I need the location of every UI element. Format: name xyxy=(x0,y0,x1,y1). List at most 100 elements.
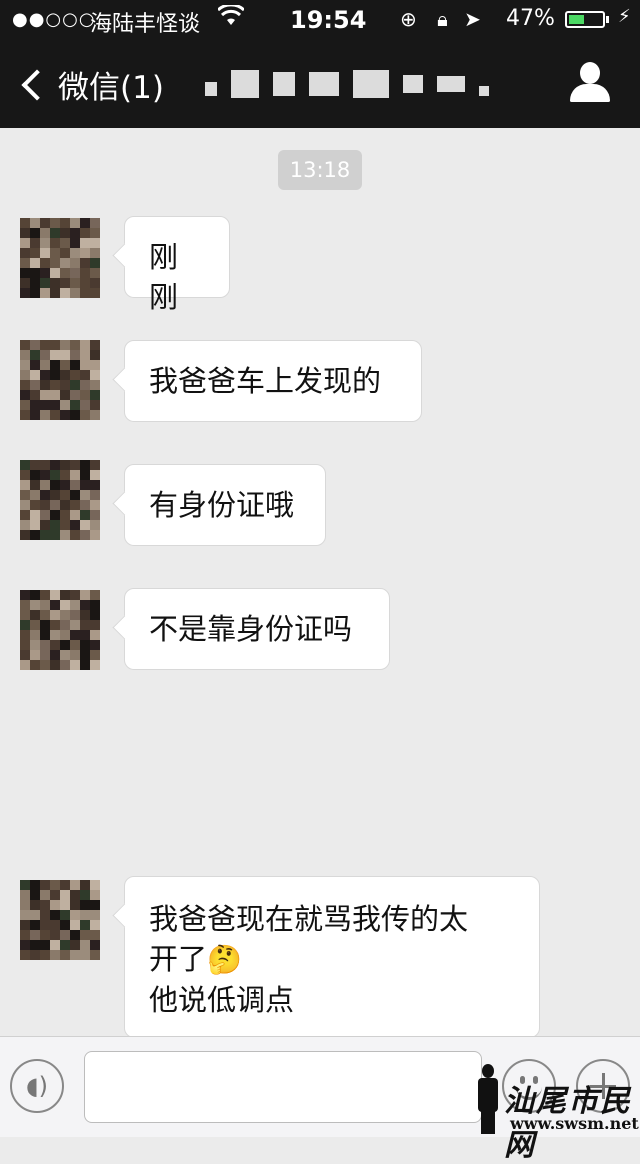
avatar-pixel xyxy=(30,630,40,640)
avatar-pixel xyxy=(70,340,80,350)
avatar-pixel xyxy=(60,650,70,660)
avatar[interactable] xyxy=(20,460,100,540)
avatar-pixel xyxy=(80,490,90,500)
carrier-name: 海陆丰怪谈 xyxy=(90,12,201,37)
avatar-pixel xyxy=(40,238,50,248)
avatar-pixel xyxy=(40,380,50,390)
avatar-pixel xyxy=(60,890,70,900)
avatar-pixel xyxy=(60,520,70,530)
avatar-pixel xyxy=(90,660,100,670)
avatar-pixel xyxy=(40,278,50,288)
lock-icon: 🔒︎ xyxy=(437,7,448,31)
avatar-pixel xyxy=(30,600,40,610)
profile-icon[interactable] xyxy=(570,60,610,104)
avatar-pixel xyxy=(80,258,90,268)
avatar-pixel xyxy=(50,278,60,288)
avatar-pixel xyxy=(20,620,30,630)
avatar-pixel xyxy=(60,930,70,940)
nav-bar: 微信(1) xyxy=(0,40,640,128)
avatar-pixel xyxy=(40,640,50,650)
avatar-pixel xyxy=(30,930,40,940)
avatar-pixel xyxy=(70,268,80,278)
avatar-pixel xyxy=(60,660,70,670)
voice-button[interactable]: ◖) xyxy=(10,1059,64,1113)
back-button[interactable]: 微信(1) xyxy=(18,62,164,107)
avatar[interactable] xyxy=(20,218,100,298)
avatar-pixel xyxy=(30,218,40,228)
message-input[interactable] xyxy=(84,1051,482,1123)
avatar-pixel xyxy=(20,228,30,238)
avatar-pixel xyxy=(30,370,40,380)
avatar-pixel xyxy=(80,640,90,650)
avatar-pixel xyxy=(90,340,100,350)
message-text: 有身份证哦 xyxy=(149,488,295,522)
avatar-pixel xyxy=(60,238,70,248)
avatar-pixel xyxy=(20,910,30,920)
avatar-pixel xyxy=(20,400,30,410)
message-bubble[interactable]: 不是靠身份证吗 xyxy=(124,588,390,670)
avatar-pixel xyxy=(80,460,90,470)
avatar-pixel xyxy=(30,470,40,480)
avatar-pixel xyxy=(20,370,30,380)
message-bubble[interactable]: 我爸爸车上发现的 xyxy=(124,340,422,422)
avatar-pixel xyxy=(60,248,70,258)
avatar-pixel xyxy=(30,520,40,530)
avatar-pixel xyxy=(20,218,30,228)
avatar-pixel xyxy=(60,630,70,640)
avatar-pixel xyxy=(70,930,80,940)
avatar-pixel xyxy=(80,900,90,910)
avatar[interactable] xyxy=(20,590,100,670)
avatar-pixel xyxy=(30,480,40,490)
avatar-pixel xyxy=(40,218,50,228)
avatar-pixel xyxy=(50,490,60,500)
avatar-pixel xyxy=(90,610,100,620)
avatar-pixel xyxy=(40,610,50,620)
avatar-pixel xyxy=(20,390,30,400)
avatar-pixel xyxy=(30,400,40,410)
avatar-pixel xyxy=(60,228,70,238)
avatar[interactable] xyxy=(20,340,100,420)
avatar-pixel xyxy=(40,940,50,950)
avatar-pixel xyxy=(70,410,80,420)
avatar-pixel xyxy=(70,600,80,610)
avatar-pixel xyxy=(50,600,60,610)
message-bubble[interactable]: 我爸爸现在就骂我传的太 开了🤔 他说低调点 xyxy=(124,876,540,1038)
voice-wave-icon: ◖) xyxy=(25,1072,48,1100)
avatar-pixel xyxy=(30,500,40,510)
avatar[interactable] xyxy=(20,880,100,960)
avatar-pixel xyxy=(70,660,80,670)
avatar-pixel xyxy=(80,340,90,350)
avatar-pixel xyxy=(70,490,80,500)
message-bubble[interactable]: 刚刚 xyxy=(124,216,230,314)
avatar-pixel xyxy=(60,480,70,490)
avatar-pixel xyxy=(50,630,60,640)
avatar-pixel xyxy=(60,278,70,288)
avatar-pixel xyxy=(40,950,50,960)
avatar-pixel xyxy=(60,470,70,480)
avatar-pixel xyxy=(90,530,100,540)
avatar-pixel xyxy=(50,610,60,620)
avatar-pixel xyxy=(20,340,30,350)
avatar-pixel xyxy=(20,930,30,940)
avatar-pixel xyxy=(20,650,30,660)
avatar-pixel xyxy=(80,278,90,288)
avatar-pixel xyxy=(90,500,100,510)
avatar-pixel xyxy=(20,530,30,540)
avatar-pixel xyxy=(30,248,40,258)
avatar-pixel xyxy=(70,530,80,540)
avatar-pixel xyxy=(40,350,50,360)
avatar-pixel xyxy=(60,600,70,610)
avatar-pixel xyxy=(40,600,50,610)
avatar-pixel xyxy=(50,930,60,940)
avatar-pixel xyxy=(20,460,30,470)
message-bubble[interactable]: 有身份证哦 xyxy=(124,464,326,546)
avatar-pixel xyxy=(90,940,100,950)
avatar-pixel xyxy=(20,288,30,298)
avatar-pixel xyxy=(70,248,80,258)
avatar-pixel xyxy=(70,400,80,410)
avatar-pixel xyxy=(60,460,70,470)
message-timestamp: 13:18 xyxy=(278,150,362,190)
avatar-pixel xyxy=(90,278,100,288)
avatar-pixel xyxy=(90,600,100,610)
avatar-pixel xyxy=(90,510,100,520)
